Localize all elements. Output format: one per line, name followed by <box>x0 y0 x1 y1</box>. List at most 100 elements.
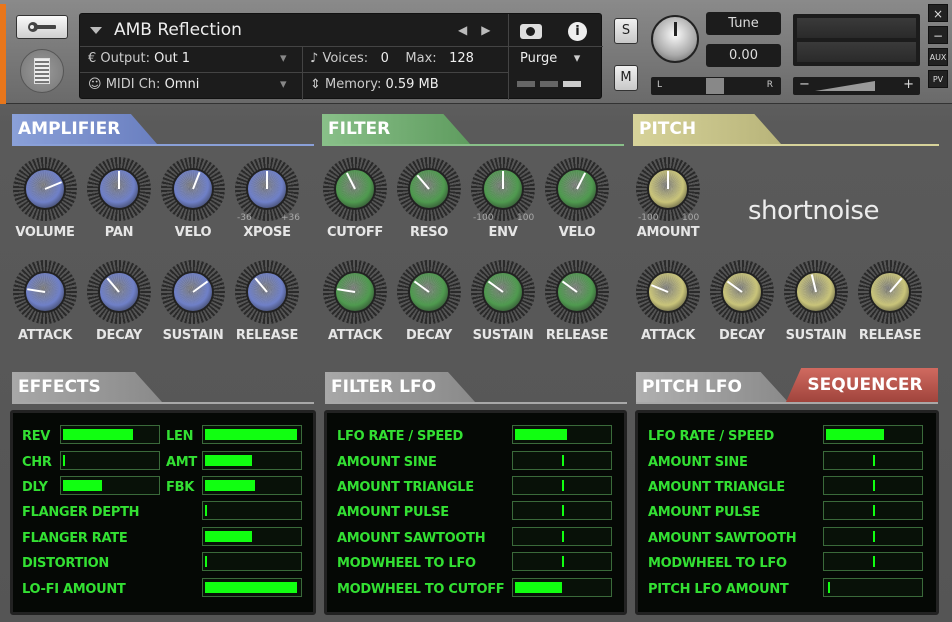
knob-cap <box>334 168 376 210</box>
slider-fill <box>826 429 884 440</box>
tune-value[interactable]: 0.00 <box>706 44 781 67</box>
instrument-logo[interactable] <box>20 49 64 93</box>
slider-fill <box>515 582 562 593</box>
effect-flanger-depth-slider[interactable] <box>202 501 302 520</box>
amp-sustain-knob[interactable] <box>161 260 225 324</box>
slider-fill <box>63 480 102 491</box>
tune-knob[interactable] <box>651 15 699 63</box>
param-label: AMOUNT PULSE <box>337 505 449 520</box>
close-button[interactable]: × <box>928 4 948 22</box>
param-label: AMT <box>166 455 197 470</box>
pitch-lfo-pitch-lfo-amount-slider[interactable] <box>823 578 923 597</box>
voices-readout: ♪ Voices: 0 Max: 128 <box>310 51 474 66</box>
filter-velo-knob[interactable] <box>545 157 609 221</box>
filter-lfo-amount-pulse-slider[interactable] <box>512 501 612 520</box>
effect-amt-slider[interactable] <box>202 451 302 470</box>
filter-lfo-modwheel-to-cutoff-slider[interactable] <box>512 578 612 597</box>
pan-slider[interactable]: LR <box>651 77 781 95</box>
purge-menu[interactable]: Purge ▾ <box>520 51 580 66</box>
pitch-amount-label: AMOUNT <box>636 225 700 240</box>
pitch-lfo-modwheel-to-lfo-slider[interactable] <box>823 552 923 571</box>
filter-lfo-amount-triangle-slider[interactable] <box>512 476 612 495</box>
chevron-down-icon: ▾ <box>280 77 287 92</box>
amp-xpose-knob[interactable] <box>235 157 299 221</box>
amp-pan-knob[interactable] <box>87 157 151 221</box>
knob-cap <box>721 271 763 313</box>
midi-channel-selector[interactable]: ☺ MIDI Ch: Omni <box>88 77 199 92</box>
knob-pointer <box>502 171 504 189</box>
dropdown-triangle-icon <box>90 26 102 34</box>
tab-sequencer[interactable]: SEQUENCER <box>786 368 938 402</box>
prev-next-arrows[interactable]: ◀▶ <box>458 23 504 37</box>
filter-decay-knob[interactable] <box>397 260 461 324</box>
pitch-lfo-lfo-rate-speed-slider[interactable] <box>823 425 923 444</box>
effect-dly-slider[interactable] <box>60 476 160 495</box>
instrument-name: AMB Reflection <box>114 20 242 40</box>
range-min-label: -36 <box>237 213 252 223</box>
range-max-label: +36 <box>281 213 300 223</box>
effect-fbk-slider[interactable] <box>202 476 302 495</box>
slider-fill <box>63 429 133 440</box>
filter-reso-knob[interactable] <box>397 157 461 221</box>
pitch-lfo-amount-triangle-slider[interactable] <box>823 476 923 495</box>
pitch-decay-knob[interactable] <box>710 260 774 324</box>
param-label: MODWHEEL TO CUTOFF <box>337 582 505 597</box>
filter-cutoff-knob[interactable] <box>323 157 387 221</box>
filter-lfo-amount-sine-slider[interactable] <box>512 451 612 470</box>
camera-icon[interactable] <box>520 24 542 39</box>
effect-rev-slider[interactable] <box>60 425 160 444</box>
amp-velo-knob[interactable] <box>161 157 225 221</box>
divider <box>302 46 303 100</box>
pitch-release-label: RELEASE <box>858 328 922 343</box>
solo-button[interactable]: S <box>614 18 638 44</box>
filter-release-knob[interactable] <box>545 260 609 324</box>
amp-volume-knob[interactable] <box>13 157 77 221</box>
pitch-attack-knob[interactable] <box>636 260 700 324</box>
divider <box>508 14 509 100</box>
volume-slider[interactable]: − + <box>793 77 920 95</box>
slider-fill <box>562 455 564 466</box>
effect-distortion-slider[interactable] <box>202 552 302 571</box>
wrench-icon <box>28 22 56 32</box>
filter-sustain-knob[interactable] <box>471 260 535 324</box>
amp-attack-knob[interactable] <box>13 260 77 324</box>
effect-flanger-rate-slider[interactable] <box>202 527 302 546</box>
pitch-lfo-amount-sawtooth-slider[interactable] <box>823 527 923 546</box>
filter-lfo-amount-sawtooth-slider[interactable] <box>512 527 612 546</box>
filter-header: FILTER <box>322 114 470 144</box>
knob-cap <box>647 271 689 313</box>
effect-lo-fi-amount-slider[interactable] <box>202 578 302 597</box>
amp-decay-knob[interactable] <box>87 260 151 324</box>
pitch-lfo-amount-sine-slider[interactable] <box>823 451 923 470</box>
effects-line <box>12 402 314 404</box>
slider-fill <box>873 531 875 542</box>
param-label: LO-FI AMOUNT <box>22 582 126 597</box>
mute-button[interactable]: M <box>614 65 638 91</box>
filter-lfo-modwheel-to-lfo-slider[interactable] <box>512 552 612 571</box>
pitch-amount-knob[interactable] <box>636 157 700 221</box>
output-selector[interactable]: € Output: Out 1 <box>88 51 190 66</box>
filter-lfo-lfo-rate-speed-slider[interactable] <box>512 425 612 444</box>
info-icon[interactable]: i <box>568 22 587 41</box>
pitch-release-knob[interactable] <box>858 260 922 324</box>
tab-pitch-lfo[interactable]: PITCH LFO <box>636 372 788 402</box>
param-label: CHR <box>22 455 52 470</box>
slider-fill <box>63 455 65 466</box>
instrument-title[interactable]: AMB Reflection <box>90 20 242 40</box>
keyboard-icon <box>34 58 50 84</box>
pitch-sustain-knob[interactable] <box>784 260 848 324</box>
effect-chr-slider[interactable] <box>60 451 160 470</box>
pan-handle[interactable] <box>706 78 724 94</box>
wrench-button[interactable] <box>16 15 68 39</box>
aux-button[interactable]: AUX <box>928 48 948 66</box>
effect-len-slider[interactable] <box>202 425 302 444</box>
minimize-button[interactable]: − <box>928 26 948 44</box>
filter-env-knob[interactable] <box>471 157 535 221</box>
level-meter <box>793 14 920 66</box>
amp-release-knob[interactable] <box>235 260 299 324</box>
filter-attack-knob[interactable] <box>323 260 387 324</box>
pv-button[interactable]: PV <box>928 70 948 88</box>
tune-label: Tune <box>706 12 781 35</box>
knob-cap <box>795 271 837 313</box>
pitch-lfo-amount-pulse-slider[interactable] <box>823 501 923 520</box>
